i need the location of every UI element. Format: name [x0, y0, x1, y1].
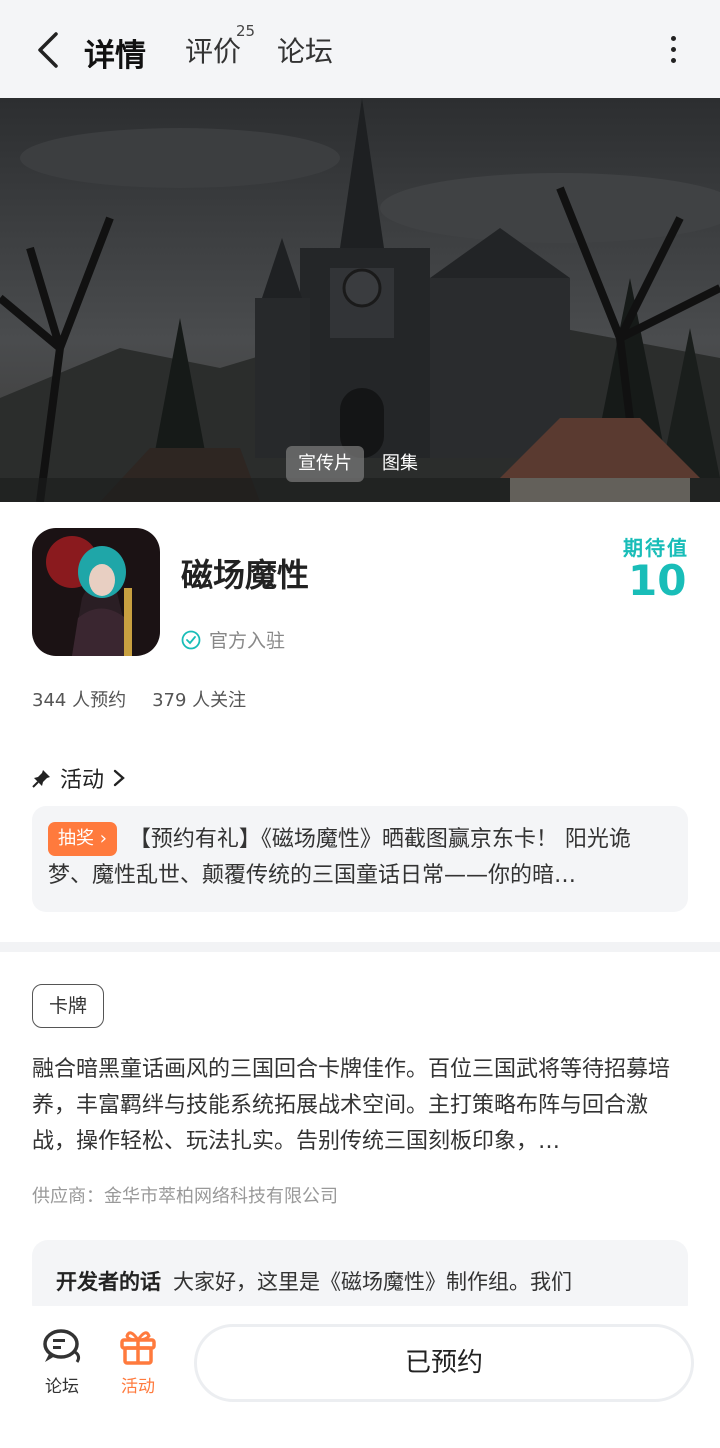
tab-reviews[interactable]: 评价 — [185, 30, 241, 70]
media-tab-gallery[interactable]: 图集 — [370, 446, 430, 482]
tab-reviews-label: 评价 — [185, 35, 242, 68]
media-switcher: 宣传片 图集 — [286, 446, 430, 482]
promo-banner-image[interactable] — [0, 98, 720, 502]
follower-count: 379 人关注 — [152, 690, 247, 711]
tab-details[interactable]: 详情 — [80, 30, 150, 75]
game-detail-page: 详情 评价 25 论坛 宣传片 图集 磁场魔性 官方入驻 期待值 10 344 … — [0, 0, 720, 1448]
review-count-badge: 25 — [236, 22, 256, 40]
verified-check-icon — [181, 630, 201, 649]
forum-chat-icon — [43, 1329, 81, 1363]
developer-note: 开发者的话 大家好，这里是《磁场魔性》制作组。我们 — [56, 1266, 572, 1296]
developer-note-text: 大家好，这里是《磁场魔性》制作组。我们 — [173, 1270, 572, 1294]
reserved-button[interactable]: 已预约 — [194, 1324, 694, 1402]
lottery-tag-label: 抽奖 — [58, 828, 94, 849]
bottom-activity-label: 活动 — [121, 1377, 155, 1397]
app-icon — [32, 528, 160, 656]
section-divider — [0, 942, 720, 952]
bottom-forum-button[interactable]: 论坛 — [32, 1326, 92, 1397]
back-arrow-icon[interactable] — [30, 28, 70, 72]
activity-section-header[interactable]: 活动 — [32, 762, 126, 794]
expect-score-value: 10 — [628, 556, 687, 605]
activity-card[interactable]: 抽奖 › 【预约有礼】《磁场魔性》晒截图赢京东卡！ 阳光诡梦、魔性乱世、颠覆传统的… — [32, 806, 688, 912]
tab-forum-label: 论坛 — [277, 35, 334, 68]
top-nav-bar: 详情 评价 25 论坛 — [0, 0, 720, 98]
chevron-right-icon — [113, 769, 125, 787]
game-description[interactable]: 融合暗黑童话画风的三国回合卡牌佳作。百位三国武将等待招募培养，丰富羁绊与技能系统… — [32, 1052, 688, 1160]
activity-section-title: 活动 — [60, 768, 105, 793]
reservation-count: 344 人预约 — [32, 690, 127, 711]
bottom-activity-button[interactable]: 活动 — [108, 1326, 168, 1397]
official-badge: 官方入驻 — [181, 626, 285, 653]
pin-icon — [32, 770, 50, 788]
app-stats: 344 人预约 379 人关注 — [32, 686, 246, 712]
tab-forum[interactable]: 论坛 — [277, 30, 333, 70]
more-options-icon[interactable] — [662, 36, 684, 66]
developer-note-label: 开发者的话 — [56, 1270, 161, 1294]
lottery-tag[interactable]: 抽奖 › — [48, 822, 117, 856]
activity-description: 【预约有礼】《磁场魔性》晒截图赢京东卡！ 阳光诡梦、魔性乱世、颠覆传统的三国童话… — [48, 827, 631, 888]
media-tab-video[interactable]: 宣传片 — [286, 446, 364, 482]
supplier-info: 供应商：金华市萃柏网络科技有限公司 — [32, 1186, 338, 1207]
official-label: 官方入驻 — [209, 630, 286, 652]
tab-details-label: 详情 — [84, 38, 146, 74]
app-title: 磁场魔性 — [181, 556, 310, 594]
bottom-forum-label: 论坛 — [45, 1377, 79, 1397]
gift-icon — [120, 1331, 156, 1365]
activity-content: 抽奖 › 【预约有礼】《磁场魔性》晒截图赢京东卡！ 阳光诡梦、魔性乱世、颠覆传统的… — [48, 822, 668, 894]
bottom-action-bar: 论坛 活动 已预约 — [0, 1306, 720, 1448]
genre-tag[interactable]: 卡牌 — [32, 984, 105, 1028]
